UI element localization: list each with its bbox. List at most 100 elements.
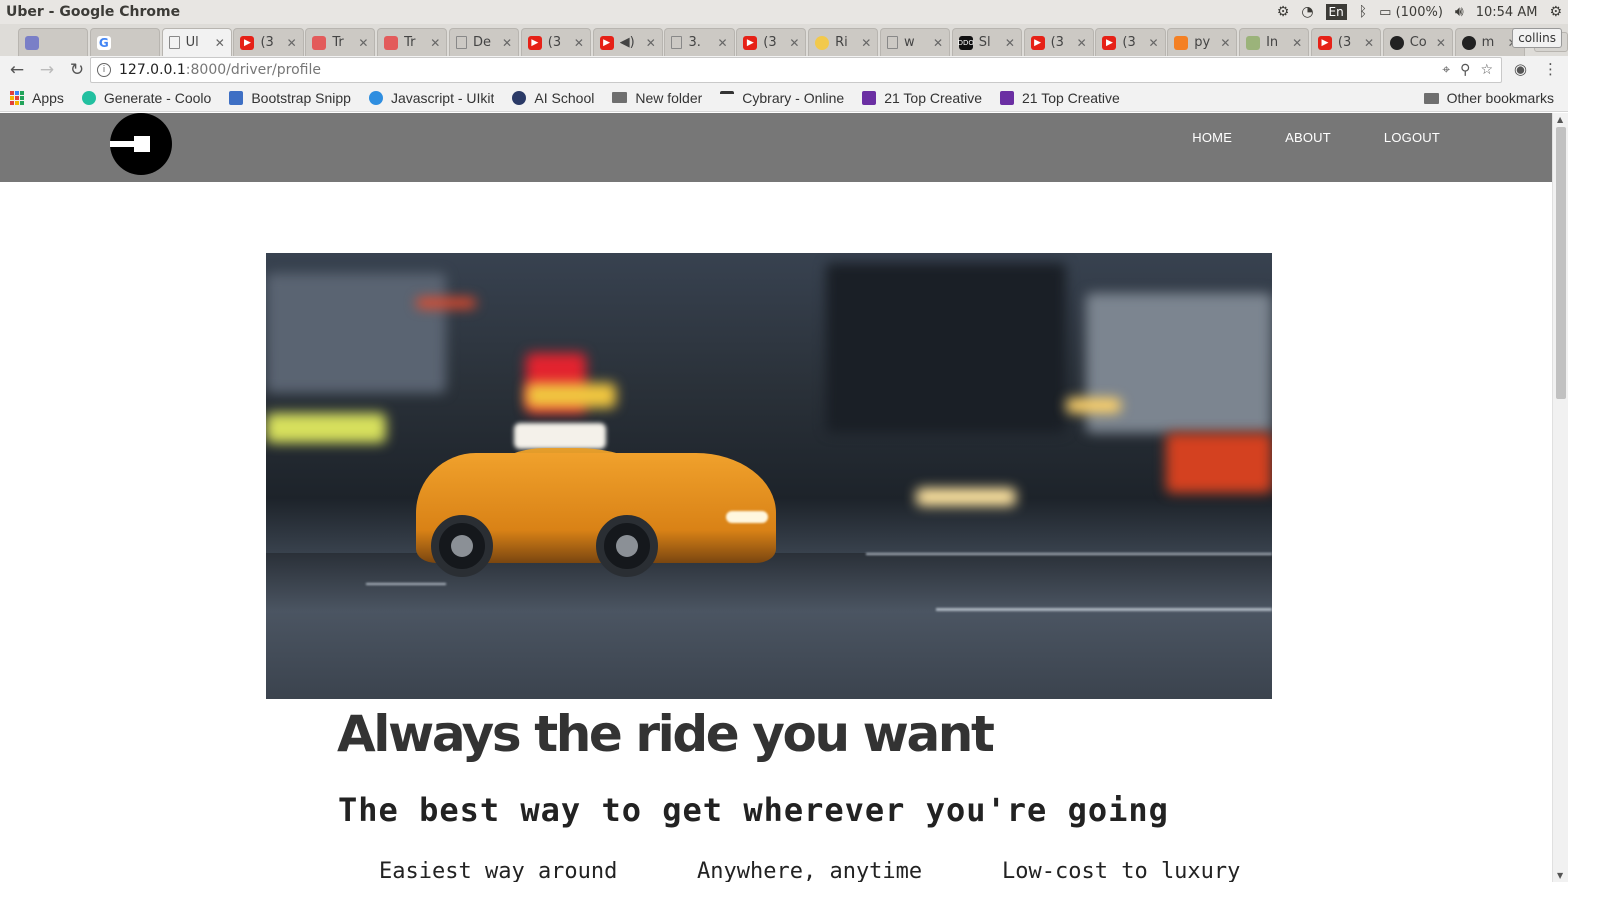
power-gear-icon[interactable]: ⚙: [1549, 4, 1562, 20]
tab[interactable]: ▶ (3 ✕: [233, 28, 304, 56]
close-icon[interactable]: ✕: [1220, 36, 1230, 50]
bookmark-label: Javascript - UIkit: [390, 89, 495, 106]
tab[interactable]: ▶ ◀) ✕: [592, 28, 663, 56]
close-icon[interactable]: ✕: [718, 36, 728, 50]
tab-label: Ul: [185, 35, 199, 50]
nav-logout-link[interactable]: LOGOUT: [1384, 130, 1440, 145]
close-icon[interactable]: ✕: [1364, 36, 1374, 50]
apps-grid-icon: [10, 90, 24, 105]
bookmark-item[interactable]: AI School: [512, 90, 594, 106]
tab-label: Co: [1409, 35, 1427, 50]
battery-indicator[interactable]: ▭ (100%): [1379, 5, 1443, 20]
bookmark-label: New folder: [635, 89, 703, 106]
doc-icon: [886, 36, 898, 49]
close-icon[interactable]: ✕: [933, 36, 943, 50]
battery-icon: ▭: [1379, 4, 1392, 20]
close-icon[interactable]: ✕: [1149, 36, 1159, 50]
tab[interactable]: ▶ (3 ✕: [1095, 28, 1166, 56]
red-app-icon: [312, 35, 327, 50]
scroll-down-icon[interactable]: ▼: [1557, 871, 1563, 880]
bootstrap-icon: [229, 90, 244, 105]
tab[interactable]: py ✕: [1167, 28, 1238, 56]
profile-button[interactable]: collins: [1512, 28, 1562, 48]
tab[interactable]: [18, 28, 89, 56]
close-icon[interactable]: ✕: [430, 36, 440, 50]
bookmark-item[interactable]: Bootstrap Snipp: [229, 90, 351, 106]
tab[interactable]: DDO Sl ✕: [951, 28, 1022, 56]
bookmark-apps[interactable]: Apps: [10, 90, 64, 106]
tab[interactable]: w ✕: [879, 28, 951, 56]
volume-icon[interactable]: 🔊︎: [1455, 4, 1464, 20]
uber-logo[interactable]: [110, 113, 172, 175]
star-icon[interactable]: ☆: [1480, 62, 1493, 78]
close-icon[interactable]: ✕: [1436, 36, 1446, 50]
tab[interactable]: ▶ (3 ✕: [520, 28, 591, 56]
close-icon[interactable]: ✕: [215, 36, 225, 50]
settings-gear-icon[interactable]: ⚙: [1277, 4, 1290, 20]
tab-label: In: [1266, 35, 1279, 50]
stackoverflow-icon: [1174, 35, 1189, 50]
bookmark-item[interactable]: Generate - Coolo: [81, 90, 211, 106]
tab[interactable]: 3. ✕: [664, 28, 735, 56]
close-icon[interactable]: ✕: [1292, 36, 1302, 50]
tab-label: Tr: [404, 35, 416, 50]
bookmark-label: Apps: [32, 89, 64, 106]
close-icon[interactable]: ✕: [358, 36, 368, 50]
reload-icon[interactable]: ↻: [64, 60, 90, 80]
close-icon[interactable]: ✕: [574, 36, 584, 50]
bluetooth-icon[interactable]: ᛒ: [1359, 4, 1367, 20]
info-icon[interactable]: i: [97, 63, 111, 77]
menu-kebab-icon[interactable]: ⋮: [1543, 60, 1558, 78]
other-bookmarks[interactable]: Other bookmarks: [1423, 90, 1554, 106]
close-icon[interactable]: ✕: [287, 36, 297, 50]
input-language[interactable]: En: [1325, 4, 1347, 20]
browser-toolbar: ← → ↻ i 127.0.0.1:8000/driver/profile ⌖ …: [0, 56, 1568, 84]
bookmark-item[interactable]: Javascript - UIkit: [368, 89, 495, 106]
nav-home-link[interactable]: HOME: [1192, 130, 1232, 145]
tab[interactable]: Co ✕: [1382, 28, 1453, 56]
tab[interactable]: Ri ✕: [808, 28, 879, 56]
tab[interactable]: Tr ✕: [305, 28, 376, 56]
tab[interactable]: In ✕: [1239, 28, 1310, 56]
close-icon[interactable]: ✕: [789, 36, 799, 50]
tab[interactable]: G: [89, 28, 160, 56]
back-arrow-icon[interactable]: ←: [4, 60, 30, 80]
tab-label: (3: [1337, 35, 1352, 50]
bookmark-item[interactable]: 21 Top Creative: [862, 90, 982, 106]
tab-label: Tr: [332, 35, 344, 50]
location-icon[interactable]: ⌖: [1442, 62, 1450, 78]
zoom-icon[interactable]: ⚲: [1460, 62, 1470, 78]
scroll-up-icon[interactable]: ▲: [1557, 115, 1563, 124]
clock[interactable]: 10:54 AM: [1476, 5, 1538, 20]
hero-subheadline: The best way to get wherever you're goin…: [338, 791, 1169, 829]
tab[interactable]: ▶ (3 ✕: [1310, 28, 1382, 56]
tab-active[interactable]: Ul ✕: [161, 28, 232, 56]
tab[interactable]: Tr ✕: [377, 28, 448, 56]
bookmark-folder[interactable]: New folder: [612, 90, 702, 106]
close-icon[interactable]: ✕: [646, 36, 656, 50]
wifi-icon[interactable]: ◔: [1301, 4, 1313, 20]
tab[interactable]: De ✕: [448, 28, 520, 56]
bookmark-item[interactable]: Cybrary - Online: [720, 90, 844, 106]
scrollbar-thumb[interactable]: [1556, 127, 1566, 399]
extension-icon[interactable]: ◉: [1514, 60, 1527, 78]
close-icon[interactable]: ✕: [502, 36, 512, 50]
feature-item: Easiest way around: [379, 859, 618, 882]
tab[interactable]: ▶ (3 ✕: [1023, 28, 1094, 56]
forward-arrow-icon[interactable]: →: [34, 60, 60, 80]
colorlib-icon: [1000, 90, 1015, 105]
url-host: 127.0.0.1: [119, 62, 186, 78]
colorlib-icon: [862, 90, 877, 105]
nav-about-link[interactable]: ABOUT: [1285, 130, 1331, 145]
close-icon[interactable]: ✕: [1005, 36, 1015, 50]
battery-percent: (100%): [1395, 4, 1443, 20]
address-bar[interactable]: i 127.0.0.1:8000/driver/profile ⌖ ⚲ ☆: [90, 57, 1502, 83]
close-icon[interactable]: ✕: [861, 36, 871, 50]
site-nav: HOME ABOUT LOGOUT: [1192, 130, 1440, 145]
system-tray: ⚙ ◔ En ᛒ ▭ (100%) 🔊︎ 10:54 AM ⚙: [1277, 4, 1562, 20]
page-scrollbar[interactable]: ▲ ▼: [1552, 113, 1568, 882]
bookmark-item[interactable]: 21 Top Creative: [1000, 90, 1120, 106]
tab[interactable]: ▶ (3 ✕: [736, 28, 807, 56]
tab-label: m: [1481, 35, 1495, 50]
close-icon[interactable]: ✕: [1077, 36, 1087, 50]
